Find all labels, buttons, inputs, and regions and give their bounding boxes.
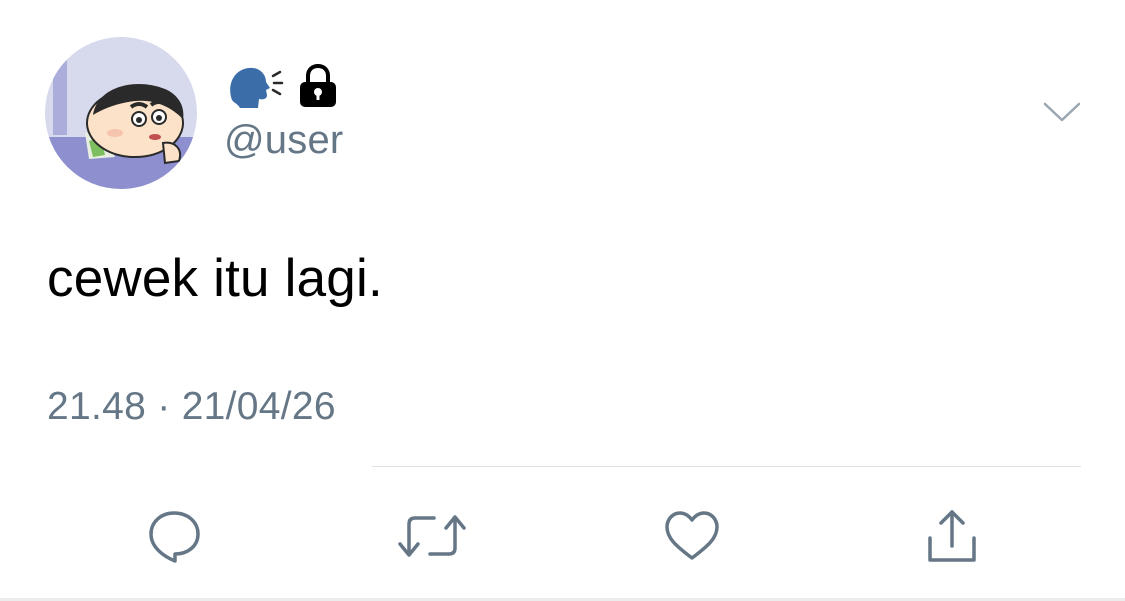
- display-name[interactable]: [226, 64, 338, 108]
- username-handle[interactable]: @user: [224, 118, 343, 163]
- tweet-time: 21.48: [47, 385, 147, 428]
- retweet-icon: [398, 515, 466, 557]
- reply-button[interactable]: [138, 500, 210, 572]
- heart-icon: [665, 511, 719, 560]
- retweet-button[interactable]: [396, 500, 468, 572]
- like-button[interactable]: [656, 500, 728, 572]
- timestamp-separator: ·: [157, 385, 171, 428]
- share-icon: [928, 510, 976, 562]
- tweet-date: 21/04/26: [181, 385, 336, 428]
- speaking-head-icon: [230, 67, 284, 108]
- avatar[interactable]: [45, 37, 197, 189]
- reply-icon: [149, 511, 200, 563]
- tweet-timestamp: 21.48 · 21/04/26: [47, 385, 336, 429]
- tweet-text: cewek itu lagi.: [47, 249, 383, 308]
- divider: [372, 466, 1081, 467]
- chevron-down-icon[interactable]: [1042, 98, 1082, 126]
- share-button[interactable]: [916, 500, 988, 572]
- lock-icon: [300, 64, 336, 107]
